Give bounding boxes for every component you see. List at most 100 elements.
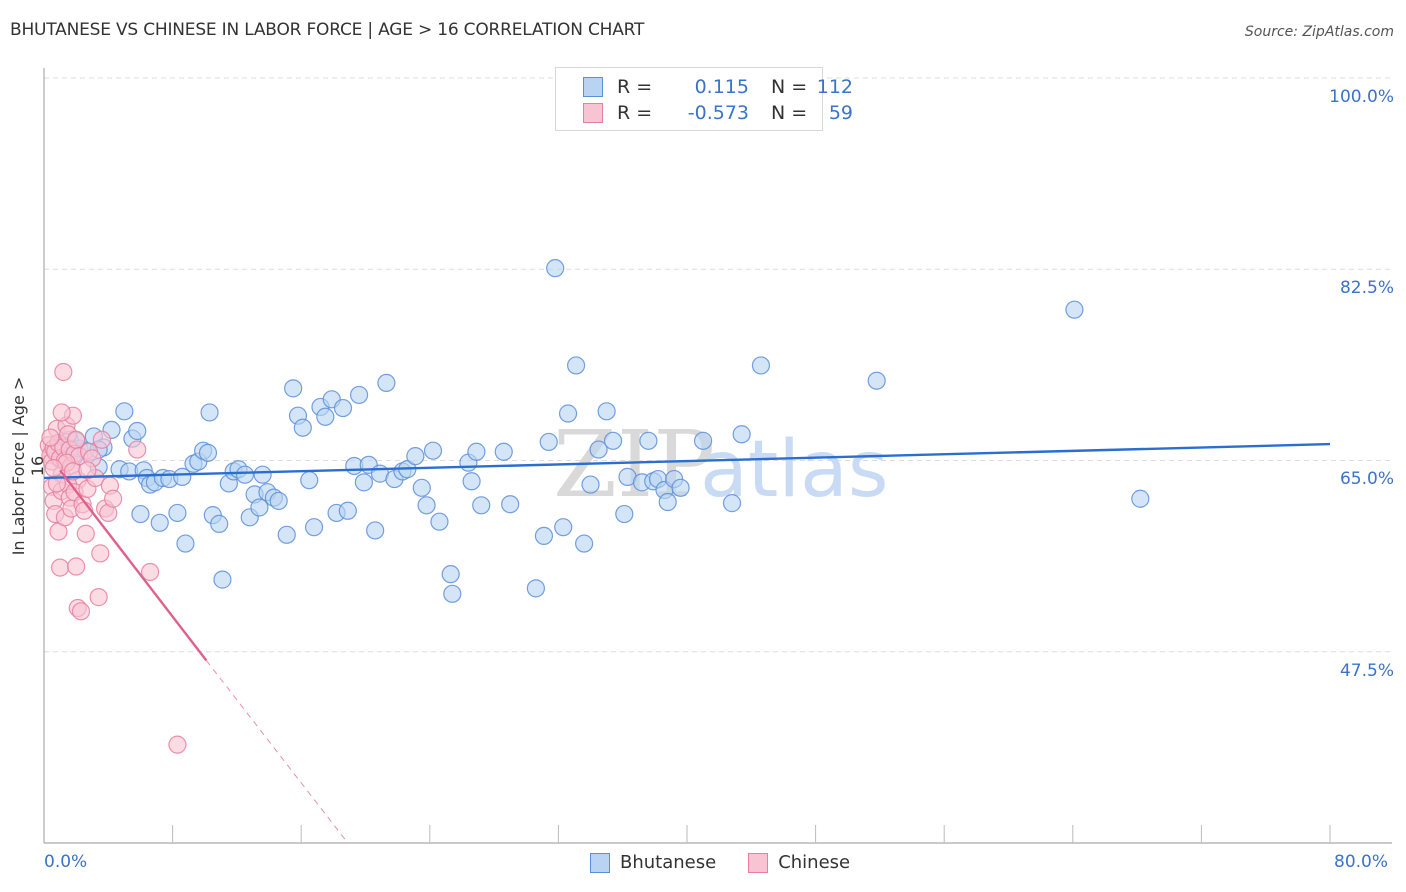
- bhutanese-point: [300, 471, 319, 490]
- bhutanese-point: [603, 431, 623, 450]
- bhutanese-point: [115, 402, 134, 421]
- n-value: 112: [816, 76, 853, 98]
- bhutanese-point: [277, 525, 296, 544]
- bhutanese-point: [867, 371, 886, 390]
- bhutanese-point: [581, 475, 600, 494]
- bhutanese-point: [539, 432, 558, 452]
- bhutanese-point: [443, 584, 462, 603]
- bhutanese-point: [566, 356, 586, 375]
- chinese-point: [54, 362, 73, 382]
- bhutanese-point: [316, 407, 335, 426]
- bhutanese-point: [441, 565, 460, 584]
- bhutanese-point: [333, 398, 353, 418]
- chinese-trend-line-extrapolated: [205, 660, 349, 844]
- n-label: N =: [771, 76, 808, 98]
- bhutanese-point: [198, 443, 218, 462]
- bhutanese-point: [349, 385, 369, 405]
- bhutanese-point: [751, 356, 771, 375]
- bhutanese-point: [639, 431, 658, 450]
- bhutanese-point: [658, 492, 677, 512]
- watermark: ZIP atlas: [553, 411, 889, 518]
- bhutanese-swatch: [583, 77, 603, 97]
- bhutanese-point: [131, 504, 150, 524]
- n-value: 59: [828, 102, 853, 124]
- correlation-legend: R = 0.115 N = 112 R = -0.573 N = 59: [555, 67, 853, 131]
- legend-row-chinese: R = -0.573 N = 59: [583, 101, 853, 125]
- chinese-point: [128, 440, 147, 459]
- bhutanese-point: [412, 478, 431, 497]
- series-legend: Bhutanese Chinese: [590, 852, 882, 873]
- bhutanese-point: [526, 579, 545, 598]
- y-tick-label: 65.0%: [1339, 469, 1394, 489]
- bhutanese-point: [597, 402, 616, 421]
- chinese-swatch: [583, 103, 603, 123]
- bhutanese-point: [338, 501, 357, 520]
- bhutanese-point: [671, 478, 690, 497]
- legend-label: Chinese: [778, 852, 851, 873]
- bhutanese-point: [693, 431, 713, 450]
- y-axis-title: In Labor Force | Age > 16: [9, 376, 47, 556]
- r-label: R =: [617, 102, 653, 124]
- chinese-point: [67, 557, 86, 576]
- chinese-point: [67, 430, 86, 449]
- chinese-point: [92, 430, 111, 449]
- r-label: R =: [617, 76, 653, 98]
- bhutanese-swatch: [590, 852, 610, 873]
- bhutanese-point: [377, 373, 396, 393]
- bhutanese-point: [430, 512, 449, 531]
- bhutanese-point: [494, 442, 513, 461]
- chinese-point: [89, 588, 108, 607]
- bhutanese-point: [354, 473, 373, 492]
- bhutanese-point: [417, 496, 436, 515]
- chinese-point: [104, 489, 123, 508]
- bhutanese-point: [150, 513, 169, 532]
- chinese-point: [76, 524, 95, 543]
- bhutanese-point: [168, 503, 187, 523]
- bhutanese-point: [423, 441, 443, 460]
- y-tick-label: 47.5%: [1339, 661, 1394, 681]
- bhutanese-point: [269, 491, 288, 511]
- bhutanese-point: [558, 404, 578, 423]
- bhutanese-point: [1131, 489, 1150, 508]
- chinese-point: [168, 735, 187, 754]
- y-tick-label: 82.5%: [1339, 278, 1394, 298]
- bhutanese-point: [575, 534, 594, 553]
- chinese-point: [52, 403, 71, 422]
- bhutanese-point: [284, 379, 303, 398]
- chinese-point: [50, 558, 70, 577]
- bhutanese-point: [176, 534, 195, 553]
- bhutanese-point: [1065, 300, 1084, 319]
- x-tick-label-min: 0.0%: [44, 852, 88, 872]
- chinese-point: [71, 602, 91, 621]
- bhutanese-point: [722, 494, 742, 513]
- chinese-swatch: [748, 852, 769, 873]
- bhutanese-point: [546, 259, 565, 278]
- legend-row-bhutanese: R = 0.115 N = 112: [583, 75, 853, 99]
- bhutanese-point: [467, 442, 486, 461]
- legend-label: Bhutanese: [620, 852, 717, 873]
- bhutanese-point: [253, 465, 272, 484]
- bhutanese-point: [213, 570, 232, 589]
- bhutanese-point: [501, 495, 520, 514]
- x-tick-label-max: 80.0%: [1334, 852, 1389, 872]
- bhutanese-point: [732, 425, 751, 444]
- chinese-point: [44, 459, 63, 478]
- bhutanese-point: [472, 496, 491, 515]
- chinese-point: [91, 544, 110, 563]
- legend-item-chinese[interactable]: Chinese: [748, 852, 850, 873]
- r-value: 0.115: [694, 76, 749, 98]
- r-value: -0.573: [687, 102, 749, 124]
- bhutanese-point: [128, 421, 147, 441]
- bhutanese-point: [210, 514, 229, 533]
- bhutanese-point: [293, 418, 312, 437]
- bhutanese-point: [366, 521, 385, 540]
- bhutanese-point: [200, 403, 219, 422]
- bhutanese-point: [615, 504, 634, 524]
- bhutanese-point: [250, 498, 269, 517]
- bhutanese-point: [235, 465, 255, 484]
- bhutanese-point: [534, 526, 554, 546]
- n-label: N =: [771, 102, 808, 124]
- legend-item-bhutanese[interactable]: Bhutanese: [590, 852, 716, 873]
- scatter-chart: ZIP atlas: [39, 68, 1392, 844]
- bhutanese-point: [462, 472, 481, 491]
